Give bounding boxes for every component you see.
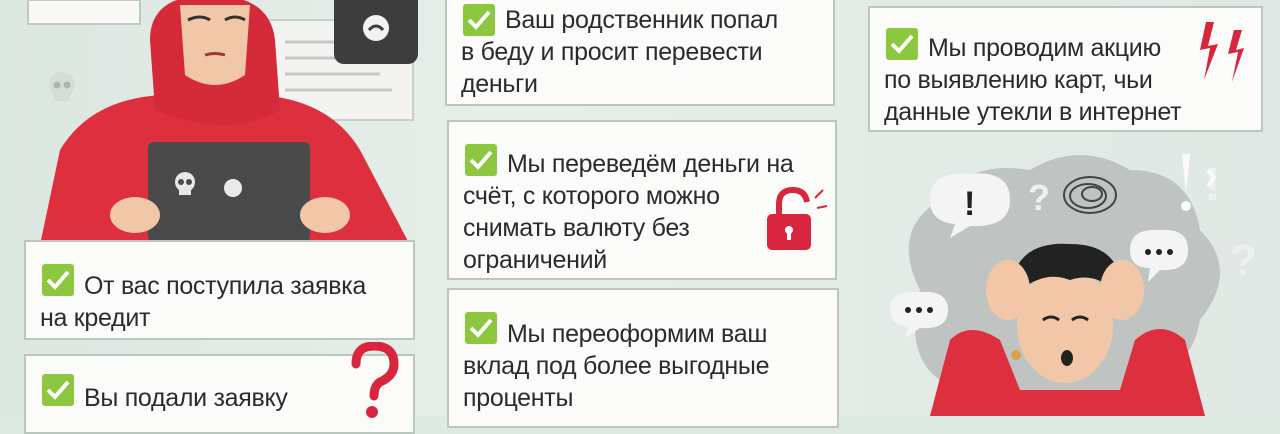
scam-card-transfer: Мы переведём деньги на счёт, с которого … (447, 120, 837, 280)
card-text-line: вклад под более выгодные (463, 352, 770, 380)
card-text-line: по выявлению карт, чьи (884, 66, 1153, 94)
card-text-line: ограничений (463, 246, 607, 274)
card-text-line: данные утекли в интернет (884, 98, 1182, 126)
check-icon (463, 4, 495, 36)
question-mark-icon (351, 342, 399, 418)
card-text-line: на кредит (40, 304, 151, 332)
card-text-line: в беду и просит перевести (461, 38, 763, 66)
card-text-line: Вы подали заявку (84, 384, 288, 412)
scam-card-relative: Ваш родственник попал в беду и просит пе… (445, 0, 835, 106)
svg-text:?: ? (1028, 177, 1050, 218)
card-text-line: деньги (461, 70, 538, 98)
scam-card-deposit: Мы переоформим ваш вклад под более выгод… (447, 288, 839, 428)
card-text-line: Мы переведём деньги на (507, 150, 794, 178)
check-icon (465, 312, 497, 344)
check-icon (465, 144, 497, 176)
card-text-line: снимать валюту без (463, 214, 690, 242)
open-padlock-icon (767, 186, 828, 250)
card-text-line: Ваш родственник попал (505, 6, 778, 34)
check-icon (42, 374, 74, 406)
card-text-line: проценты (463, 384, 574, 412)
scam-card-credit: От вас поступила заявка на кредит (24, 240, 415, 340)
svg-text:!: ! (964, 185, 975, 223)
card-text-line: Мы проводим акцию (928, 34, 1161, 62)
svg-text:?: ? (1230, 236, 1257, 285)
lightning-icon (1200, 22, 1244, 82)
phone-icon (334, 0, 418, 64)
exclamation-icon (1181, 154, 1217, 211)
card-text-line: счёт, с которого можно (463, 182, 720, 210)
check-icon (42, 264, 74, 296)
scam-card-application: Вы подали заявку (24, 342, 415, 434)
check-icon (886, 28, 918, 60)
card-text-line: От вас поступила заявка (84, 272, 366, 300)
card-text-line: Мы переоформим ваш (507, 320, 768, 348)
